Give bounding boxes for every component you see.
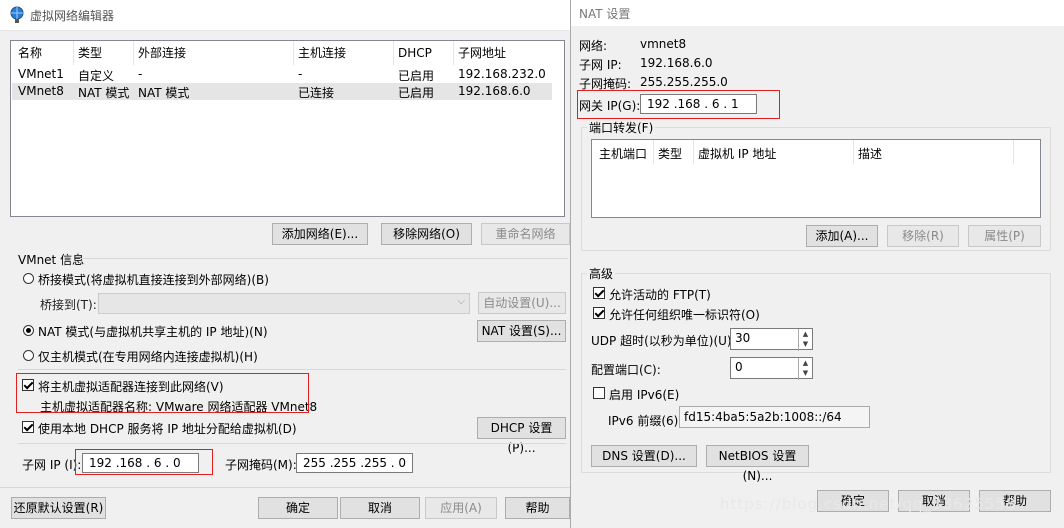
allow-oui-label[interactable]: 允许任何组织唯一标识符(O) [609, 306, 760, 323]
bridge-to-label: 桥接到(T): [40, 298, 97, 312]
highlight-box [75, 449, 213, 475]
udp-timeout-field[interactable]: 30 ▲ ▼ [730, 328, 813, 351]
column-header-vm-ip[interactable]: 虚拟机 IP 地址 [698, 142, 776, 166]
watermark: https://blog.csdn.net/qq_33625558 [720, 495, 1017, 513]
column-header-subnet[interactable]: 子网地址 [458, 41, 506, 65]
cell-name: VMnet8 [18, 84, 64, 98]
column-header-type[interactable]: 类型 [78, 41, 102, 65]
subnet-mask-value: 255.255.255.0 [640, 75, 728, 89]
subnet-ip-label: 子网 IP: [579, 58, 622, 72]
window-title: 虚拟网络编辑器 [30, 9, 115, 23]
column-header-host-port[interactable]: 主机端口 [599, 142, 647, 166]
highlight-box [16, 373, 309, 413]
ipv6-prefix-field[interactable]: fd15:4ba5:5a2b:1008::/64 [679, 406, 870, 428]
restore-defaults-button[interactable]: 还原默认设置(R) [11, 497, 106, 519]
cell-subnet: 192.168.6.0 [458, 84, 531, 98]
column-header-external[interactable]: 外部连接 [138, 41, 186, 65]
title-bar: 虚拟网络编辑器 [0, 0, 570, 31]
chevron-down-icon: ⌵ [457, 296, 465, 307]
remove-port-button[interactable]: 移除(R) [887, 225, 959, 247]
subnet-ip-value: 192.168.6.0 [640, 56, 713, 70]
network-label: 网络: [579, 39, 608, 53]
dhcp-settings-button[interactable]: DHCP 设置(P)... [477, 417, 566, 455]
network-list[interactable]: 名称 类型 外部连接 主机连接 DHCP 子网地址 VMnet1 自定义 - -… [10, 40, 565, 217]
enable-ipv6-label[interactable]: 启用 IPv6(E) [609, 386, 679, 403]
udp-timeout-label: UDP 超时(以秒为单位)(U): [591, 334, 736, 348]
bridge-to-select[interactable]: ⌵ [98, 293, 470, 314]
ok-button[interactable]: 确定 [258, 497, 338, 519]
subnet-mask-field[interactable]: 255 .255 .255 . 0 [296, 453, 413, 473]
add-port-button[interactable]: 添加(A)... [806, 225, 878, 247]
nat-mode-label[interactable]: NAT 模式(与虚拟机共享主机的 IP 地址)(N) [38, 323, 268, 340]
enable-ipv6-checkbox[interactable] [593, 387, 605, 399]
subnet-mask-label: 子网掩码(M): [225, 458, 297, 472]
help-button[interactable]: 帮助 [505, 497, 570, 519]
cancel-button[interactable]: 取消 [340, 497, 420, 519]
config-port-label: 配置端口(C): [591, 363, 661, 377]
bridge-mode-label[interactable]: 桥接模式(将虚拟机直接连接到外部网络)(B) [38, 271, 269, 288]
network-globe-icon [10, 6, 24, 23]
allow-ftp-checkbox[interactable] [593, 287, 605, 299]
config-port-value: 0 [735, 360, 743, 374]
vmnet-info-heading: VMnet 信息 [18, 253, 85, 267]
use-dhcp-checkbox[interactable] [22, 421, 34, 433]
table-row-selected[interactable]: VMnet8 NAT 模式 NAT 模式 已连接 已启用 192.168.6.0 [12, 83, 552, 100]
highlight-box [577, 90, 780, 119]
add-network-button[interactable]: 添加网络(E)... [272, 223, 368, 245]
nat-mode-radio[interactable] [23, 325, 34, 336]
cell-host: - [298, 67, 303, 81]
properties-button[interactable]: 属性(P) [968, 225, 1041, 247]
network-value: vmnet8 [640, 37, 687, 51]
cell-type: NAT 模式 [78, 86, 130, 100]
cell-external: NAT 模式 [138, 86, 190, 100]
cell-host: 已连接 [298, 86, 335, 100]
column-header-dhcp[interactable]: DHCP [398, 41, 432, 65]
subnet-ip-label: 子网 IP (I): [22, 458, 82, 472]
spinner-arrows-icon[interactable]: ▲ ▼ [798, 329, 812, 351]
use-dhcp-label[interactable]: 使用本地 DHCP 服务将 IP 地址分配给虚拟机(D) [38, 420, 297, 437]
dialog-title: NAT 设置 [579, 7, 631, 21]
table-row[interactable]: VMnet1 自定义 - - 已启用 192.168.232.0 [12, 66, 552, 83]
config-port-field[interactable]: 0 ▲ ▼ [730, 357, 813, 380]
host-only-radio[interactable] [23, 350, 34, 361]
port-forwarding-heading: 端口转发(F) [587, 119, 656, 136]
cell-external: - [138, 67, 143, 81]
title-bar: NAT 设置 [571, 0, 1064, 26]
auto-settings-button[interactable]: 自动设置(U)... [478, 292, 566, 314]
bridge-mode-radio[interactable] [23, 273, 34, 284]
port-forwarding-list[interactable]: 主机端口 类型 虚拟机 IP 地址 描述 [591, 139, 1041, 218]
cell-name: VMnet1 [18, 67, 64, 81]
rename-network-button[interactable]: 重命名网络(A)... [481, 223, 570, 245]
cell-subnet: 192.168.232.0 [458, 67, 546, 81]
ipv6-prefix-label: IPv6 前缀(6): [608, 414, 683, 428]
nat-settings-button[interactable]: NAT 设置(S)... [477, 320, 566, 342]
host-only-label[interactable]: 仅主机模式(在专用网络内连接虚拟机)(H) [38, 348, 258, 365]
dns-settings-button[interactable]: DNS 设置(D)... [591, 445, 697, 467]
nat-settings-dialog: NAT 设置 网络: vmnet8 子网 IP: 192.168.6.0 子网掩… [570, 0, 1064, 528]
netbios-settings-button[interactable]: NetBIOS 设置(N)... [706, 445, 809, 483]
allow-ftp-label[interactable]: 允许活动的 FTP(T) [609, 286, 711, 303]
cell-dhcp: 已启用 [398, 86, 435, 100]
column-header-host[interactable]: 主机连接 [298, 41, 346, 65]
column-header-name[interactable]: 名称 [18, 41, 42, 65]
remove-network-button[interactable]: 移除网络(O) [381, 223, 472, 245]
advanced-heading: 高级 [587, 265, 616, 282]
column-header-description[interactable]: 描述 [858, 142, 882, 166]
cell-type: 自定义 [78, 69, 115, 83]
virtual-network-editor-window: 虚拟网络编辑器 名称 类型 外部连接 主机连接 DHCP 子网地址 VMnet1… [0, 0, 570, 528]
spinner-arrows-icon[interactable]: ▲ ▼ [798, 358, 812, 380]
allow-oui-checkbox[interactable] [593, 307, 605, 319]
column-header-type[interactable]: 类型 [658, 142, 682, 166]
cell-dhcp: 已启用 [398, 69, 435, 83]
udp-timeout-value: 30 [735, 331, 751, 345]
apply-button[interactable]: 应用(A) [425, 497, 497, 519]
